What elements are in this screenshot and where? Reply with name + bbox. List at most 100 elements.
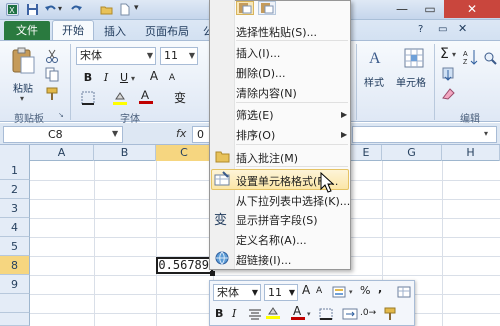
find-select-icon[interactable] xyxy=(482,50,498,66)
menu-item-delete[interactable]: 删除(D)... xyxy=(236,65,286,81)
mini-number-format-dropdown-icon[interactable]: ▾ xyxy=(349,288,353,296)
font-name-combo[interactable]: 宋体 ▼ xyxy=(76,47,156,65)
clipboard-launcher-icon[interactable]: ↘ xyxy=(58,111,64,119)
mini-shrink-font-button[interactable]: A xyxy=(316,286,322,296)
new-icon[interactable] xyxy=(118,3,131,16)
row-header-3[interactable]: 3 xyxy=(0,199,30,218)
fill-handle[interactable] xyxy=(210,271,215,276)
autosum-button[interactable]: Σ xyxy=(440,46,449,62)
close-button[interactable]: ✕ xyxy=(444,0,500,18)
cells-icon[interactable] xyxy=(403,47,425,69)
menu-item-insert[interactable]: 插入(I)... xyxy=(236,45,280,61)
styles-label[interactable]: 样式 xyxy=(364,74,384,89)
row-header-4[interactable]: 4 xyxy=(0,218,30,237)
expand-formula-bar-icon[interactable]: ▾ xyxy=(484,129,488,138)
mini-grow-font-button[interactable]: A xyxy=(302,283,310,297)
row-header-1[interactable]: 1 xyxy=(0,161,30,180)
minimize-button[interactable]: — xyxy=(388,0,416,18)
italic-button[interactable]: I xyxy=(98,70,114,86)
maximize-button[interactable]: ▭ xyxy=(416,0,444,18)
mini-italic-button[interactable]: I xyxy=(232,307,236,320)
menu-item-pick-from-list[interactable]: 从下拉列表中选择(K)... xyxy=(236,193,350,209)
name-box[interactable]: C8 xyxy=(3,126,123,143)
paste-option-icon[interactable] xyxy=(236,1,254,15)
mini-format-painter-brush-icon[interactable] xyxy=(382,306,398,322)
column-header-h[interactable]: H xyxy=(442,145,500,161)
mini-bold-button[interactable]: B xyxy=(215,307,223,320)
mini-border-icon[interactable] xyxy=(318,307,334,321)
menu-item-filter[interactable]: 筛选(E) xyxy=(236,107,274,123)
undo-dropdown-icon[interactable]: ▾ xyxy=(58,4,62,13)
save-icon[interactable] xyxy=(26,3,39,16)
mini-comma-button[interactable]: , xyxy=(378,282,382,295)
bold-button[interactable]: B xyxy=(80,70,96,86)
mini-fill-color-icon[interactable] xyxy=(265,306,281,320)
insert-function-button[interactable]: fx xyxy=(176,127,186,140)
undo-icon[interactable] xyxy=(44,3,57,16)
font-color-icon[interactable]: A xyxy=(138,88,154,104)
clear-icon[interactable] xyxy=(440,86,456,102)
underline-dropdown-icon[interactable]: ▾ xyxy=(131,74,135,83)
fill-color-icon[interactable] xyxy=(112,90,128,106)
styles-icon[interactable]: A xyxy=(366,47,386,69)
mini-increase-decimal-icon[interactable]: .0→ xyxy=(360,308,376,318)
row-header-10[interactable] xyxy=(0,294,30,313)
tab-file[interactable]: 文件 xyxy=(4,21,50,40)
mini-font-size-combo[interactable]: 11 ▼ xyxy=(264,284,298,301)
column-header-b[interactable]: B xyxy=(94,145,156,161)
customize-qat-icon[interactable]: ▾ xyxy=(134,3,139,13)
column-header-g[interactable]: G xyxy=(382,145,442,161)
menu-item-show-phonetic[interactable]: 显示拼音字段(S) xyxy=(236,212,318,228)
underline-button[interactable]: U xyxy=(116,70,132,86)
help-icon[interactable]: ? xyxy=(418,24,423,35)
row-header-9[interactable]: 9 xyxy=(0,275,30,294)
mini-align-center-icon[interactable] xyxy=(247,308,263,320)
row-header-5[interactable]: 5 xyxy=(0,237,30,256)
sort-filter-icon[interactable]: AZ xyxy=(462,48,478,66)
phonetic-button[interactable]: 变 xyxy=(172,90,188,106)
format-painter-icon[interactable] xyxy=(44,86,60,102)
copy-icon[interactable] xyxy=(44,66,60,82)
autosum-dropdown-icon[interactable]: ▾ xyxy=(452,50,456,59)
menu-item-hyperlink[interactable]: 超链接(I)... xyxy=(236,252,291,268)
paste-label[interactable]: 粘贴 xyxy=(13,80,33,95)
paste-values-option-icon[interactable] xyxy=(258,1,276,15)
name-box-dropdown-icon[interactable]: ▼ xyxy=(112,129,118,138)
grow-font-button[interactable]: A xyxy=(146,68,162,84)
fill-icon[interactable] xyxy=(440,66,456,82)
chevron-down-icon[interactable]: ▼ xyxy=(147,48,153,64)
paste-icon[interactable] xyxy=(10,46,36,76)
mini-format-painter-icon[interactable] xyxy=(396,285,412,299)
row-header-2[interactable]: 2 xyxy=(0,180,30,199)
workbook-close-icon[interactable]: ✕ xyxy=(458,22,467,35)
mini-number-format-icon[interactable] xyxy=(332,285,348,299)
cut-icon[interactable] xyxy=(44,48,60,64)
mini-font-color-icon[interactable]: A xyxy=(290,303,306,321)
formula-input-extension[interactable] xyxy=(352,126,497,143)
chevron-down-icon[interactable]: ▼ xyxy=(289,285,295,300)
paste-dropdown-icon[interactable]: ▾ xyxy=(20,94,24,103)
row-header-8[interactable]: 8 xyxy=(0,256,30,275)
ribbon-minimize-icon[interactable]: ▭ xyxy=(438,24,447,35)
menu-item-paste-special[interactable]: 选择性粘贴(S)... xyxy=(236,24,317,40)
column-header-a[interactable]: A xyxy=(30,145,94,161)
column-header-e[interactable]: E xyxy=(351,145,382,161)
select-all-corner[interactable] xyxy=(0,145,30,161)
menu-item-clear-contents[interactable]: 清除内容(N) xyxy=(236,85,297,101)
border-icon[interactable] xyxy=(80,90,96,106)
mini-font-color-dropdown-icon[interactable]: ▾ xyxy=(307,310,311,318)
open-icon[interactable] xyxy=(100,3,113,16)
column-header-c[interactable]: C xyxy=(156,145,213,161)
shrink-font-button[interactable]: A xyxy=(164,70,180,86)
menu-item-define-name[interactable]: 定义名称(A)... xyxy=(236,232,307,248)
row-header-11[interactable] xyxy=(0,313,30,326)
tab-page-layout[interactable]: 页面布局 xyxy=(145,23,189,39)
mini-merge-cells-icon[interactable] xyxy=(342,307,358,321)
font-size-combo[interactable]: 11 ▼ xyxy=(160,47,198,65)
cells-label[interactable]: 单元格 xyxy=(396,74,426,89)
cell-c8[interactable]: 0.56789 xyxy=(156,257,213,274)
chevron-down-icon[interactable]: ▼ xyxy=(189,48,195,64)
mini-percent-button[interactable]: % xyxy=(360,284,370,297)
chevron-down-icon[interactable]: ▼ xyxy=(252,285,258,300)
mini-font-name-combo[interactable]: 宋体 ▼ xyxy=(213,284,261,301)
